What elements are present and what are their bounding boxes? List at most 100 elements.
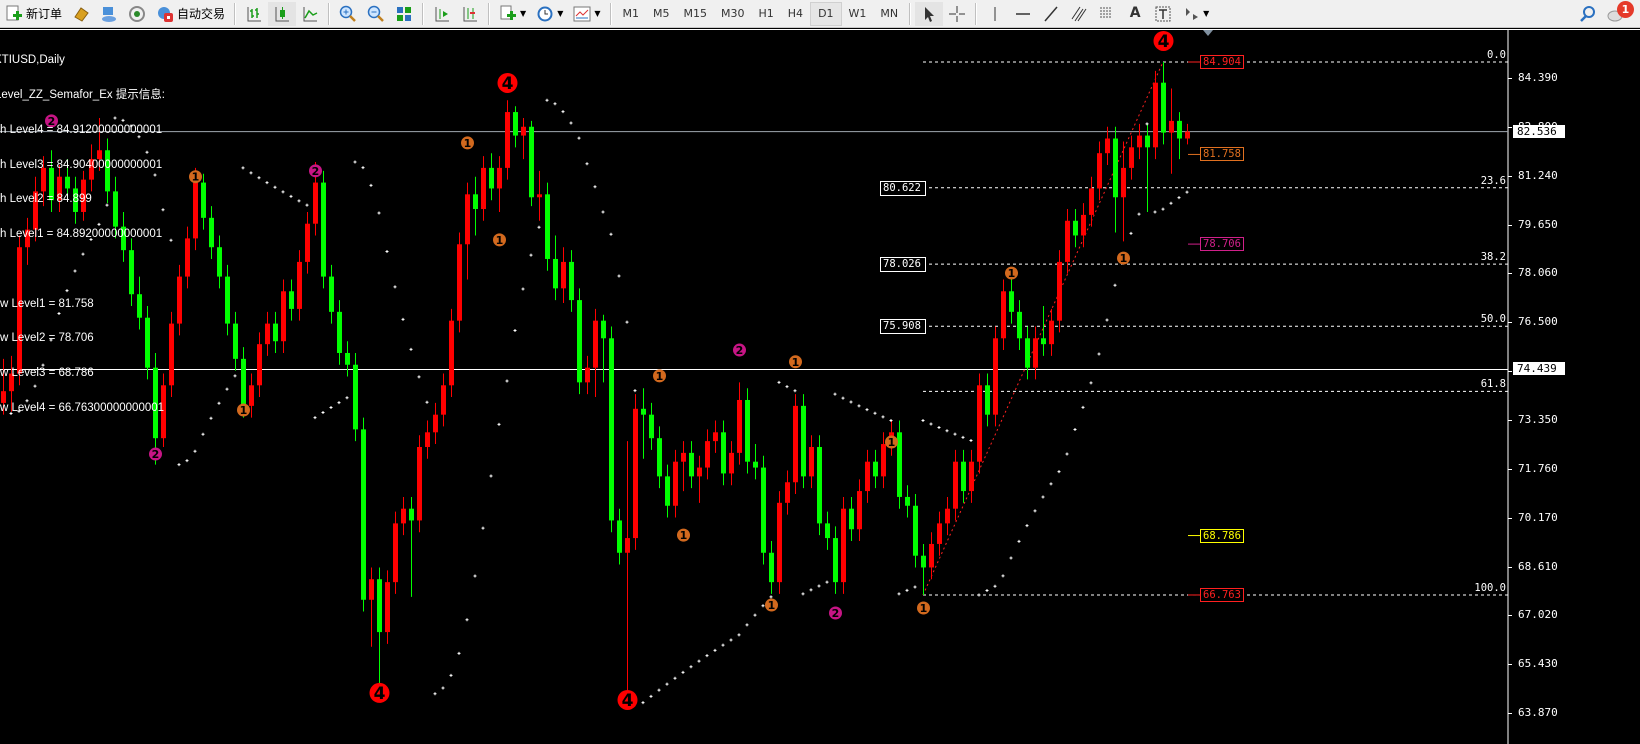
signals-button[interactable] bbox=[123, 2, 151, 26]
search-button[interactable] bbox=[1574, 2, 1602, 26]
periods-button[interactable]: ▼ bbox=[531, 2, 568, 26]
price-axis-label: 71.760 bbox=[1518, 461, 1558, 475]
price-axis-tick bbox=[1508, 273, 1512, 275]
candle-body bbox=[1097, 153, 1102, 189]
timeframe-mn[interactable]: MN bbox=[873, 3, 905, 25]
zoom-in-button[interactable] bbox=[334, 2, 362, 26]
candle-body bbox=[633, 408, 638, 539]
symbol-title: XTIUSD,Daily bbox=[0, 54, 65, 67]
timeframe-m5[interactable]: M5 bbox=[646, 3, 677, 25]
sar-dot bbox=[1113, 283, 1117, 287]
bar-chart-button[interactable] bbox=[240, 2, 268, 26]
timeframe-m30[interactable]: M30 bbox=[714, 3, 752, 25]
price-axis-label: 73.350 bbox=[1518, 412, 1558, 426]
candle-body bbox=[729, 452, 734, 474]
sar-dot bbox=[1089, 381, 1093, 385]
candle-body bbox=[1161, 82, 1166, 133]
chart-window[interactable]: 212214114121112114114 XTIUSD,Daily Level… bbox=[0, 29, 1640, 744]
equidistant-channel-tool[interactable] bbox=[1065, 2, 1093, 26]
crosshair-tool[interactable] bbox=[943, 2, 971, 26]
sar-dot bbox=[481, 526, 485, 530]
separator bbox=[975, 2, 978, 25]
sar-dot bbox=[353, 160, 357, 164]
indicator-info: XTIUSD,Daily Level_ZZ_Semafor_Ex 提示信息: h… bbox=[0, 32, 165, 438]
timeframe-m1[interactable]: M1 bbox=[616, 3, 647, 25]
candlestick-button[interactable] bbox=[268, 1, 297, 26]
candle-body bbox=[513, 112, 518, 136]
tile-windows-button[interactable] bbox=[390, 2, 418, 26]
sar-dot-mark bbox=[281, 190, 285, 194]
vertical-line-tool[interactable] bbox=[981, 2, 1009, 26]
notifications-button[interactable]: 1 bbox=[1602, 0, 1640, 26]
sar-dot-mark bbox=[985, 589, 989, 593]
sar-dot-mark bbox=[809, 588, 813, 592]
timeframe-d1[interactable]: D1 bbox=[810, 1, 842, 26]
sar-dot-mark bbox=[1153, 210, 1157, 214]
candle-body bbox=[641, 408, 646, 415]
auto-trading-icon bbox=[156, 5, 174, 23]
candle-body bbox=[545, 194, 550, 259]
candle-body bbox=[921, 555, 926, 568]
sar-dot bbox=[561, 110, 565, 114]
sar-dot-mark bbox=[865, 408, 869, 412]
sar-dot-mark bbox=[345, 396, 349, 400]
market-watch-button[interactable] bbox=[67, 2, 95, 26]
info-line: h Level1 = 84.89200000000001 bbox=[0, 228, 163, 241]
text-tool[interactable]: A bbox=[1121, 2, 1149, 26]
candle-body bbox=[753, 461, 758, 468]
candle-body bbox=[857, 491, 862, 530]
candle bbox=[513, 106, 518, 148]
auto-scroll-icon bbox=[433, 5, 451, 23]
price-chart[interactable]: 21 2214114121112114114 bbox=[0, 30, 1640, 744]
trendline-tool[interactable] bbox=[1037, 2, 1065, 26]
timeframe-h4[interactable]: H4 bbox=[781, 3, 810, 25]
zoom-out-button[interactable] bbox=[362, 2, 390, 26]
chart-shift-button[interactable] bbox=[456, 2, 484, 26]
sar-dot bbox=[201, 432, 205, 436]
sar-dot-mark bbox=[329, 405, 333, 409]
sar-dot bbox=[289, 194, 293, 198]
auto-scroll-button[interactable] bbox=[428, 2, 456, 26]
level-value-box: 78.706 bbox=[1200, 237, 1244, 252]
price-axis-tick bbox=[1508, 468, 1512, 470]
text-label-tool[interactable] bbox=[1149, 2, 1177, 26]
timeframe-m15[interactable]: M15 bbox=[677, 3, 715, 25]
sar-dot bbox=[321, 411, 325, 415]
sar-dot-mark bbox=[297, 199, 301, 203]
semafor-marker: 2 bbox=[733, 343, 746, 357]
sar-dot-mark bbox=[729, 638, 733, 642]
horizontal-line-tool[interactable] bbox=[1009, 2, 1037, 26]
sar-dot-mark bbox=[1089, 381, 1093, 385]
candle bbox=[1153, 70, 1158, 160]
price-axis-label: 67.020 bbox=[1518, 608, 1558, 622]
fib-level-label: 61.8 bbox=[1480, 378, 1506, 391]
sar-dot-mark bbox=[753, 613, 757, 617]
indicators-button[interactable]: ▼ bbox=[494, 2, 531, 26]
candle-body bbox=[785, 482, 790, 503]
tile-windows-icon bbox=[395, 5, 413, 23]
templates-button[interactable]: ▼ bbox=[568, 2, 605, 26]
fibonacci-tool[interactable] bbox=[1093, 2, 1121, 26]
candle-body bbox=[329, 276, 334, 312]
line-chart-button[interactable] bbox=[296, 2, 324, 26]
cursor-tool[interactable] bbox=[915, 1, 944, 26]
sar-dot bbox=[641, 701, 645, 705]
candle-body bbox=[449, 320, 454, 386]
candle-body bbox=[169, 323, 174, 386]
sar-dot-mark bbox=[457, 651, 461, 655]
sar-dot-mark bbox=[953, 432, 957, 436]
sar-dot bbox=[1169, 201, 1173, 205]
timeframe-w1[interactable]: W1 bbox=[842, 3, 874, 25]
auto-trading-button[interactable]: 自动交易 bbox=[151, 2, 230, 26]
navigator-button[interactable] bbox=[95, 2, 123, 26]
candle-body bbox=[721, 432, 726, 474]
signal-icon bbox=[128, 5, 146, 23]
sar-dot-mark bbox=[585, 162, 589, 166]
sar-dot bbox=[849, 400, 853, 404]
timeframe-h1[interactable]: H1 bbox=[752, 3, 781, 25]
candle bbox=[937, 511, 942, 556]
arrows-tool[interactable]: ▼ bbox=[1177, 2, 1214, 26]
candle-body bbox=[793, 405, 798, 483]
new-order-button[interactable]: 新订单 bbox=[0, 2, 67, 26]
candle-body bbox=[1025, 338, 1030, 368]
